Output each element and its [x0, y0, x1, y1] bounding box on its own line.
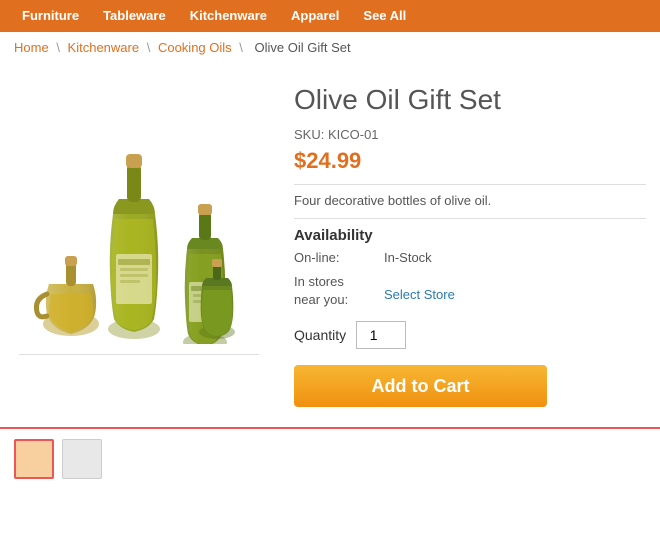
nav-tableware[interactable]: Tableware: [91, 0, 178, 32]
online-label: On-line:: [294, 250, 384, 265]
product-image: [29, 134, 249, 344]
divider-2: [294, 218, 646, 219]
product-details: Olive Oil Gift Set SKU: KICO-01 $24.99 F…: [284, 83, 646, 407]
nav-kitchenware[interactable]: Kitchenware: [178, 0, 279, 32]
stores-row: In stores near you: Select Store: [294, 273, 646, 309]
quantity-label: Quantity: [294, 327, 346, 343]
breadcrumb-separator-1: \: [56, 40, 63, 55]
availability-title: Availability: [294, 227, 646, 244]
select-store-link[interactable]: Select Store: [384, 287, 455, 302]
thumbnail-area: [0, 427, 660, 489]
thumbnail-1-selected[interactable]: [14, 439, 54, 479]
product-sku: SKU: KICO-01: [294, 127, 646, 142]
stores-label: In stores near you:: [294, 273, 384, 309]
breadcrumb: Home \ Kitchenware \ Cooking Oils \ Oliv…: [0, 32, 660, 63]
add-to-cart-button[interactable]: Add to Cart: [294, 365, 547, 407]
product-title: Olive Oil Gift Set: [294, 83, 646, 117]
product-area: Olive Oil Gift Set SKU: KICO-01 $24.99 F…: [0, 63, 660, 427]
divider-1: [294, 184, 646, 185]
product-image-column: [14, 83, 264, 407]
breadcrumb-home[interactable]: Home: [14, 40, 49, 55]
product-image-box: [19, 125, 259, 355]
breadcrumb-separator-2: \: [147, 40, 154, 55]
product-price: $24.99: [294, 148, 646, 174]
breadcrumb-separator-3: \: [239, 40, 246, 55]
thumbnail-2[interactable]: [62, 439, 102, 479]
top-navigation: Furniture Tableware Kitchenware Apparel …: [0, 0, 660, 32]
breadcrumb-kitchenware[interactable]: Kitchenware: [68, 40, 140, 55]
availability-section: Availability On-line: In-Stock In stores…: [294, 227, 646, 309]
nav-furniture[interactable]: Furniture: [10, 0, 91, 32]
breadcrumb-current: Olive Oil Gift Set: [255, 40, 351, 55]
quantity-row: Quantity: [294, 321, 646, 349]
sku-value: KICO-01: [328, 127, 379, 142]
breadcrumb-cooking-oils[interactable]: Cooking Oils: [158, 40, 232, 55]
online-availability-row: On-line: In-Stock: [294, 250, 646, 265]
nav-see-all[interactable]: See All: [351, 0, 418, 32]
quantity-input[interactable]: [356, 321, 406, 349]
nav-apparel[interactable]: Apparel: [279, 0, 351, 32]
sku-label: SKU:: [294, 127, 324, 142]
product-description: Four decorative bottles of olive oil.: [294, 193, 646, 208]
online-value: In-Stock: [384, 250, 432, 265]
